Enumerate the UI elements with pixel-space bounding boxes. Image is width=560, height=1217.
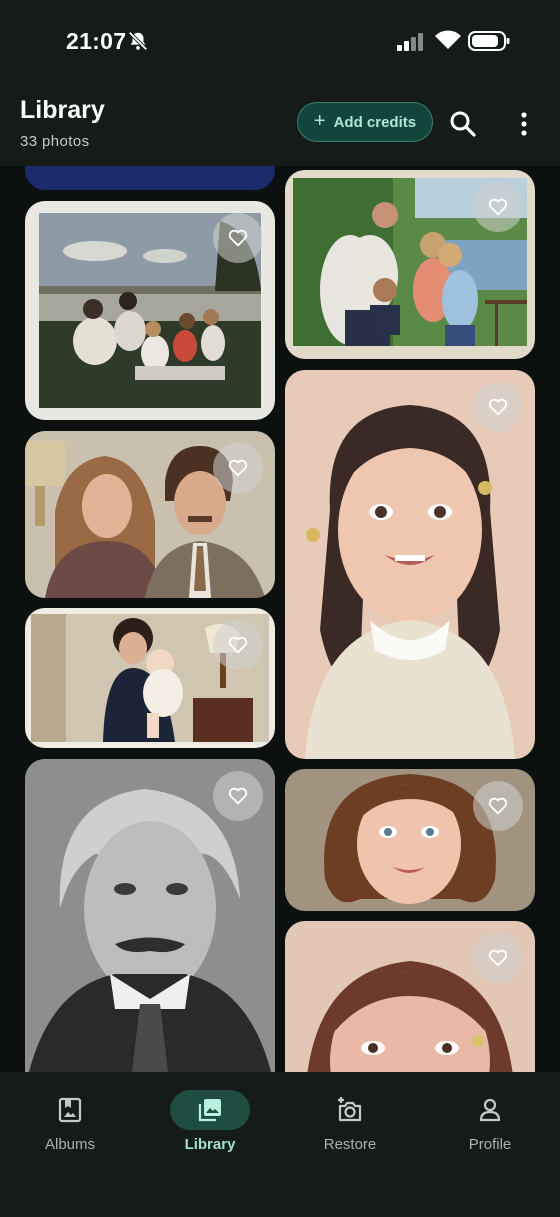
battery-icon — [468, 31, 510, 51]
photo-grid — [0, 166, 560, 1072]
heart-icon — [488, 797, 508, 815]
status-bar: 21:07 — [0, 0, 560, 86]
photo-card[interactable] — [285, 769, 535, 911]
heart-icon — [228, 229, 248, 247]
nav-library-label: Library — [184, 1136, 236, 1153]
nav-albums[interactable]: Albums — [0, 1090, 140, 1170]
nav-restore-label: Restore — [323, 1136, 377, 1153]
nav-albums-label: Albums — [44, 1136, 96, 1153]
add-credits-label: Add credits — [333, 113, 417, 131]
nav-restore-icon-wrap — [318, 1090, 382, 1130]
photo-library-icon — [198, 1099, 221, 1122]
nav-library-icon-wrap — [170, 1090, 250, 1130]
heart-icon — [488, 949, 508, 967]
nav-albums-icon-wrap — [38, 1090, 102, 1130]
more-options-icon[interactable] — [514, 110, 534, 138]
nav-profile-label: Profile — [468, 1136, 512, 1153]
photo-card[interactable] — [25, 759, 275, 1072]
person-icon — [479, 1098, 501, 1122]
photo-card[interactable] — [25, 201, 275, 420]
favorite-button[interactable] — [213, 771, 263, 821]
nav-profile-icon-wrap — [458, 1090, 522, 1130]
photo-card[interactable] — [25, 166, 275, 190]
photo-count: 33 photos — [20, 133, 90, 150]
heart-icon — [488, 198, 508, 216]
favorite-button[interactable] — [213, 620, 263, 670]
heart-icon — [228, 459, 248, 477]
heart-icon — [228, 636, 248, 654]
add-photo-camera-icon — [338, 1097, 362, 1122]
photo-card[interactable] — [285, 170, 535, 359]
nav-restore[interactable]: Restore — [280, 1090, 420, 1170]
favorite-button[interactable] — [473, 933, 523, 983]
search-icon[interactable] — [449, 110, 477, 138]
plus-icon: + — [313, 109, 326, 132]
photo-card[interactable] — [285, 921, 535, 1072]
photo-card[interactable] — [25, 431, 275, 598]
photo-image — [25, 166, 275, 190]
bottom-navigation: Albums Library Restore Profile — [0, 1072, 560, 1217]
signal-icon — [397, 33, 423, 51]
favorite-button[interactable] — [213, 443, 263, 493]
status-time: 21:07 — [66, 28, 127, 54]
photo-card[interactable] — [285, 370, 535, 759]
app-header: Library 33 photos + Add credits — [0, 86, 560, 166]
heart-icon — [228, 787, 248, 805]
nav-library[interactable]: Library — [140, 1090, 280, 1170]
album-icon — [58, 1097, 82, 1123]
bell-off-icon — [128, 31, 148, 51]
favorite-button[interactable] — [213, 213, 263, 263]
heart-icon — [488, 398, 508, 416]
photo-card[interactable] — [25, 608, 275, 748]
favorite-button[interactable] — [473, 382, 523, 432]
wifi-icon — [435, 30, 461, 49]
page-title: Library — [20, 96, 105, 124]
nav-profile[interactable]: Profile — [420, 1090, 560, 1170]
add-credits-button[interactable]: + Add credits — [297, 102, 433, 142]
favorite-button[interactable] — [473, 182, 523, 232]
favorite-button[interactable] — [473, 781, 523, 831]
